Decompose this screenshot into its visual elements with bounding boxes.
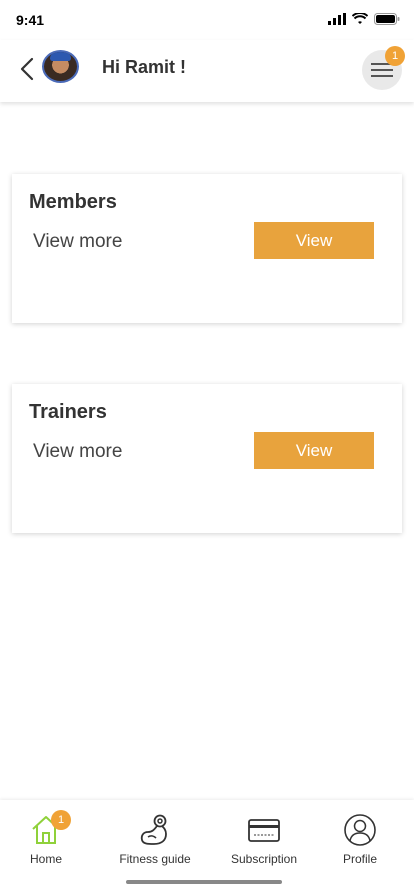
members-view-button[interactable]: View bbox=[254, 222, 374, 259]
back-chevron-icon bbox=[20, 57, 34, 81]
members-title: Members bbox=[29, 191, 117, 213]
home-badge: 1 bbox=[51, 810, 71, 830]
trainers-title: Trainers bbox=[29, 401, 107, 423]
signal-icon bbox=[328, 13, 346, 25]
back-button[interactable] bbox=[16, 54, 38, 84]
trainers-view-button[interactable]: View bbox=[254, 432, 374, 469]
status-time: 9:41 bbox=[16, 12, 45, 28]
greeting-title: Hi Ramit ! bbox=[102, 57, 187, 77]
nav-profile-label: Profile bbox=[342, 852, 377, 866]
members-card: Members View more View bbox=[12, 174, 402, 323]
avatar[interactable] bbox=[42, 50, 79, 83]
trainers-card: Trainers View more View bbox=[12, 384, 402, 533]
nav-fitness-guide[interactable]: Fitness guide bbox=[110, 814, 200, 866]
nav-subscription-label: Subscription bbox=[230, 852, 298, 866]
members-view-more: View more bbox=[33, 231, 123, 252]
home-indicator bbox=[126, 880, 282, 884]
battery-icon bbox=[374, 13, 400, 25]
wifi-icon bbox=[352, 13, 368, 24]
nav-subscription[interactable]: Subscription bbox=[219, 814, 309, 866]
nav-profile[interactable]: Profile bbox=[315, 814, 405, 866]
card-icon bbox=[248, 819, 280, 842]
profile-icon bbox=[344, 814, 376, 846]
fitness-arm-icon bbox=[140, 814, 167, 845]
nav-home-label: Home bbox=[29, 852, 62, 866]
status-bar: 9:41 bbox=[0, 0, 414, 40]
notification-badge: 1 bbox=[385, 46, 405, 66]
status-icons bbox=[328, 13, 400, 25]
trainers-view-more: View more bbox=[33, 441, 123, 462]
nav-fitness-label: Fitness guide bbox=[119, 852, 191, 866]
nav-home[interactable]: Home bbox=[1, 814, 91, 866]
app-header: Hi Ramit ! bbox=[0, 40, 414, 102]
